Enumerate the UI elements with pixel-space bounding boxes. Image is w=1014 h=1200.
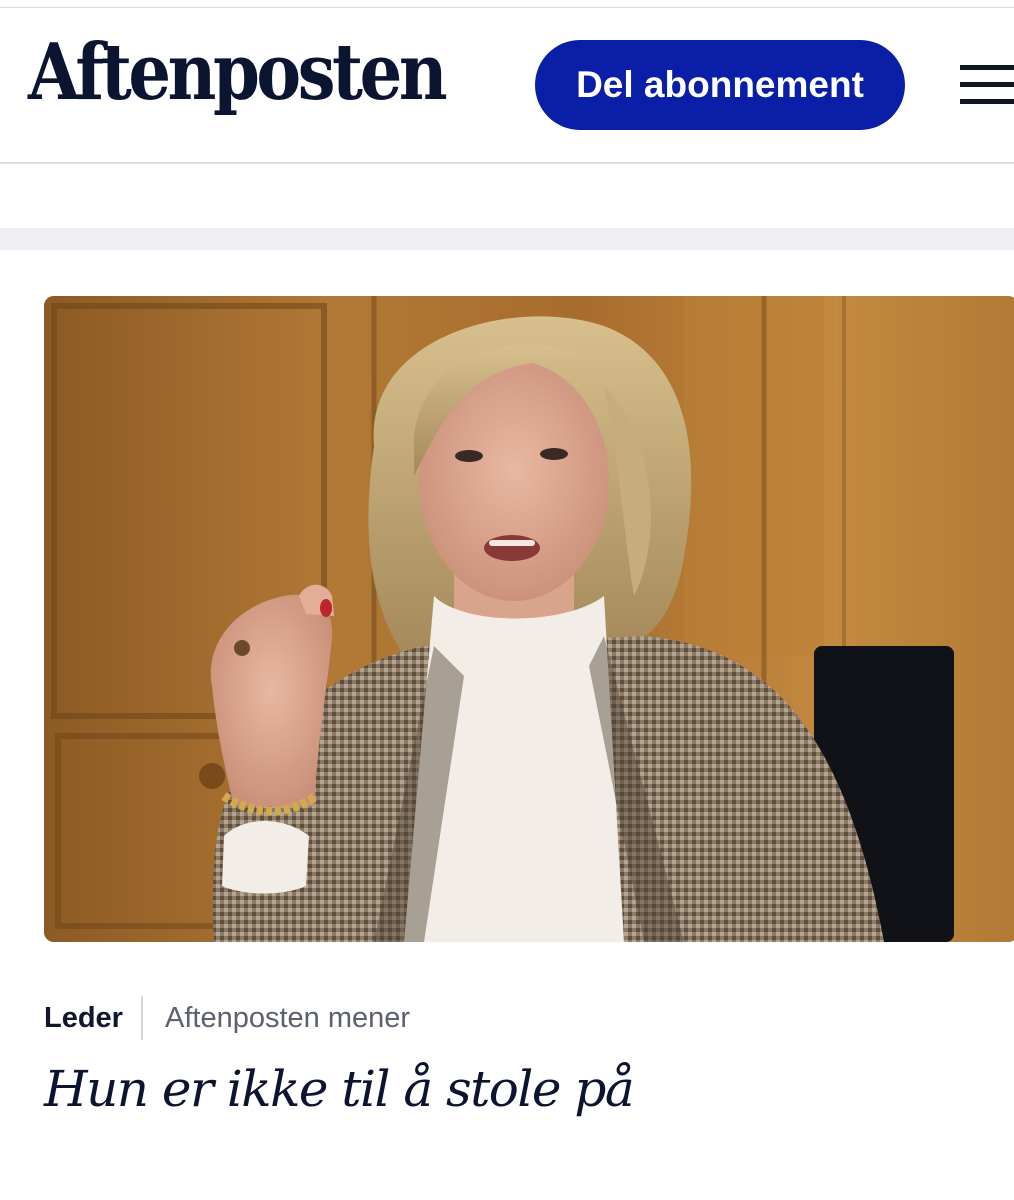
article-hero-image[interactable] — [44, 296, 1014, 942]
site-header: Aftenposten Del abonnement — [0, 8, 1014, 164]
hero-photo — [44, 296, 1014, 942]
menu-line — [960, 99, 1014, 104]
top-border — [0, 0, 1014, 8]
section-divider — [0, 228, 1014, 250]
article-meta: Leder Aftenposten mener — [44, 996, 410, 1040]
site-logo[interactable]: Aftenposten — [28, 34, 448, 112]
share-subscription-button[interactable]: Del abonnement — [535, 40, 905, 130]
article-headline[interactable]: Hun er ikke til å stole på — [44, 1060, 635, 1118]
hamburger-menu-icon[interactable] — [956, 63, 1014, 109]
menu-line — [960, 82, 1014, 87]
menu-line — [960, 65, 1014, 70]
subsection-label[interactable]: Aftenposten mener — [143, 996, 410, 1040]
section-label[interactable]: Leder — [44, 996, 143, 1040]
